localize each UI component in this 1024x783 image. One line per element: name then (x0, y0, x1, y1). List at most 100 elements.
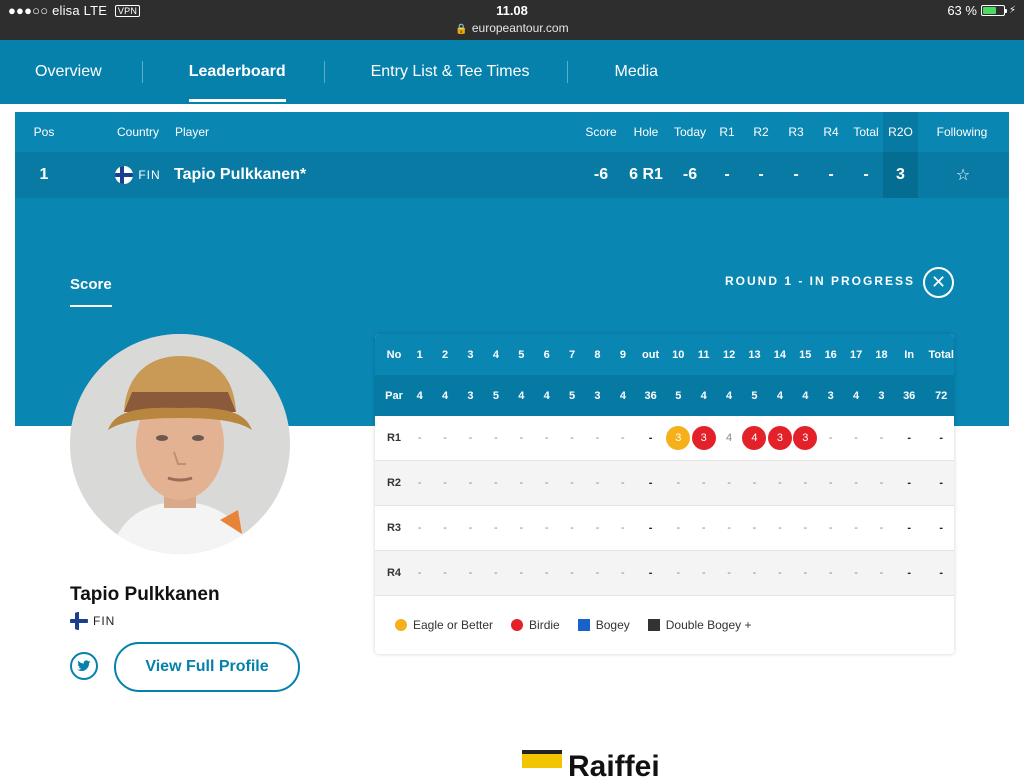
battery-percent: 63 % (947, 3, 977, 18)
nav-media[interactable]: Media (614, 40, 658, 104)
legend-item: Double Bogey + (647, 618, 752, 632)
scorecard-round-row-r3-cell: - (701, 522, 706, 534)
nav-overview[interactable]: Overview (35, 40, 102, 104)
legend-label: Birdie (529, 618, 560, 632)
scorecard-round-row-r3-cell: - (879, 522, 884, 534)
scorecard-round-row-r4-cell: - (595, 567, 600, 579)
top-nav: Overview Leaderboard Entry List & Tee Ti… (0, 40, 1024, 104)
scorecard-hole-row-cell: 2 (442, 348, 449, 361)
scorecard-round-row-r1-cell: - (879, 432, 884, 444)
scorecard-hole-row-cell: 15 (799, 348, 812, 361)
scorecard-par-row-cell: 36 (644, 389, 657, 402)
col-today: Today (673, 125, 707, 139)
sponsor-text: Raiffei (568, 750, 660, 783)
scorecard-round-row-r3-cell: - (595, 522, 600, 534)
scorecard-round-row-r1-cell: 3 (767, 416, 792, 460)
scorecard-round-row-r4-cell: - (570, 567, 574, 579)
legend-item: Bogey (577, 618, 630, 632)
scorecard-hole-row: No 1 2 3 4 5 6 7 8 9 out 10 11 12 13 14 15 16 17 18 In Total (375, 334, 954, 375)
scorecard-hole-row-cell: 3 (467, 348, 474, 361)
scorecard-hole-row-cell: 10 (672, 348, 685, 361)
birdie-score-marker: 3 (691, 426, 716, 450)
scorecard-round-row-r3-cell: - (778, 522, 782, 534)
scorecard-round-row-r4-label: R4 (386, 567, 402, 579)
follow-star-icon[interactable]: ☆ (947, 152, 979, 198)
scorecard-par-row-cell: 3 (878, 389, 885, 402)
scorecard-round-row-r2-cell: - (443, 477, 447, 489)
scorecard-round-row-r2-cell: - (544, 477, 549, 489)
row-r2o: 3 (883, 152, 918, 198)
scorecard-par-row-cell: 5 (569, 389, 576, 402)
col-country: Country (116, 125, 160, 139)
nav-entry-list[interactable]: Entry List & Tee Times (371, 40, 530, 104)
scorecard-round-row-r2-label: R2 (386, 477, 402, 489)
view-full-profile-button[interactable]: View Full Profile (114, 642, 300, 692)
scorecard-hole-row-cell: In (904, 348, 915, 361)
scorecard-round-row-r1-cell: - (939, 432, 944, 444)
scorecard-round-row-r4-cell: - (907, 567, 912, 579)
scorecard-round-row-r1-cell: 3 (666, 416, 691, 460)
scorecard-round-row-r2-cell: - (648, 477, 653, 489)
lock-icon: 🔒 (455, 24, 468, 35)
scorecard-round-row-r2-cell: - (879, 477, 884, 489)
scorecard-round-row-r1-cell: - (443, 432, 447, 444)
finland-flag-icon (70, 612, 88, 630)
scorecard-round-row-r4-cell: - (854, 567, 858, 579)
scorecard-par-row: Par 4 4 3 5 4 4 5 3 4 36 5 4 4 5 4 4 3 4 3 36 72 (375, 375, 954, 416)
scorecard-round-row-r2-cell: - (803, 477, 808, 489)
scorecard-round-row-r1-cell: - (417, 432, 422, 444)
scorecard-round-row-r1-cell: - (621, 432, 625, 444)
scorecard-round-row-r2-cell: - (752, 477, 757, 489)
scorecard-par-row-cell: 4 (853, 389, 860, 402)
scorecard-hole-row-cell: 17 (849, 348, 863, 361)
row-pos: 1 (39, 166, 49, 183)
sponsor-banner[interactable]: Raiffei (522, 750, 660, 782)
scorecard-round-row-r1-cell: 3 (691, 416, 716, 460)
player-avatar (70, 334, 290, 554)
finland-flag-icon (115, 166, 134, 184)
scorecard-round-row-r3-cell: - (443, 522, 447, 534)
battery-status: 63 % ⚡ (947, 3, 1016, 18)
legend-label: Eagle or Better (413, 618, 494, 632)
row-total: - (863, 166, 869, 183)
col-r2o: R2O (883, 112, 918, 152)
scorecard-round-row-r3-cell: - (570, 522, 574, 534)
col-hole: Hole (633, 125, 659, 139)
address-bar[interactable]: 🔒 europeantour.com (0, 21, 1024, 35)
scorecard-round-row-r2-cell: - (907, 477, 912, 489)
row-hole: 6 R1 (629, 166, 663, 183)
scorecard-par-row-cell: 5 (675, 389, 682, 402)
player-country: FIN (70, 612, 115, 630)
scorecard-round-row-r2: R2 - - - - - - - - - - - - - - - - - - - - - (375, 461, 954, 506)
scorecard-par-row-cell: 3 (827, 389, 834, 402)
birdie-score-marker: 4 (742, 426, 767, 450)
scorecard-par-row-cell: 4 (776, 389, 783, 402)
row-country-code: FIN (138, 168, 161, 182)
scorecard-round-row-r3-cell: - (544, 522, 549, 534)
scorecard-round-row-r1-cell: 4 (742, 416, 767, 460)
scorecard-hole-row-cell: 4 (492, 348, 499, 361)
scorecard-round-row-r2-cell: - (417, 477, 422, 489)
col-following: Following (936, 125, 988, 139)
scorecard-round-row-r2-cell: - (701, 477, 706, 489)
scorecard-par-row-cell: 5 (492, 389, 499, 402)
scorecard-round-row-r4-cell: - (879, 567, 884, 579)
row-r1: - (724, 166, 730, 183)
leaderboard-row[interactable]: 1 FIN Tapio Pulkkanen* -6 6 R1 -6 - - - … (15, 152, 1009, 198)
close-icon[interactable]: ✕ (923, 267, 954, 298)
legend-swatch-icon (511, 619, 524, 631)
row-r2: - (758, 166, 764, 183)
scorecard-round-row-r3-cell: - (854, 522, 858, 534)
scorecard-hole-row-cell: 18 (875, 348, 888, 361)
nav-leaderboard[interactable]: Leaderboard (188, 40, 286, 104)
scorecard-hole-row-cell: out (642, 348, 660, 361)
row-country: FIN (113, 152, 163, 198)
scorecard-round-row-r2-cell: - (828, 477, 833, 489)
tab-score[interactable]: Score (70, 276, 112, 307)
scorecard-par-row-cell: 4 (700, 389, 707, 402)
scorecard-hole-row-label: No (386, 348, 402, 361)
scorecard-par-row-cell: 36 (903, 389, 916, 402)
row-player-name[interactable]: Tapio Pulkkanen* (174, 152, 324, 198)
scorecard-round-row-r4: R4 - - - - - - - - - - - - - - - - - - - - - (375, 551, 954, 596)
twitter-icon[interactable] (70, 652, 98, 680)
